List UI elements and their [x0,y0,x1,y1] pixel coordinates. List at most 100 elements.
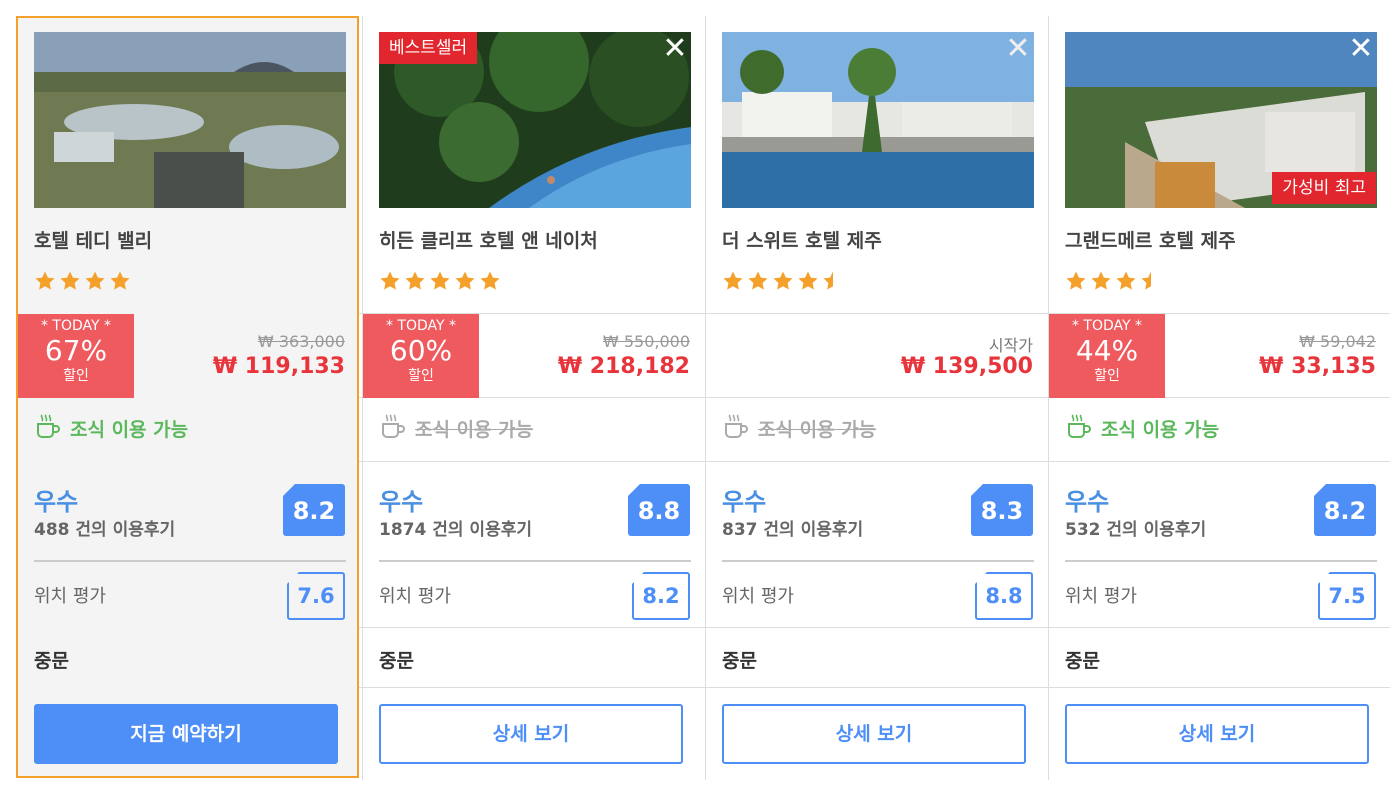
review-grade: 우수 [379,488,424,516]
star-icon [797,270,819,296]
best-value-badge: 가성비 최고 [1272,172,1376,204]
hotel-photo[interactable] [722,32,1034,208]
hotel-name[interactable]: 호텔 테디 밸리 [34,226,152,253]
divider [722,560,1034,562]
discount-percent: 67% [44,334,108,367]
review-count[interactable]: 1874 건의 이용후기 [379,515,532,540]
discount-badge: * TODAY * 44% 할인 [1049,314,1165,398]
close-icon[interactable]: ✕ [1005,34,1031,64]
hotel-area: 중문 [1065,650,1100,672]
star-icon [479,270,501,296]
view-details-button[interactable]: 상세 보기 [379,704,683,764]
star-icon [59,270,81,296]
breakfast-info: 조식 이용 가능 [722,412,877,445]
discount-suffix: 할인 [408,368,434,384]
star-icon [772,270,794,296]
hotel-name[interactable]: 그랜드메르 호텔 제주 [1065,226,1236,253]
star-rating [1065,270,1162,296]
today-label: * TODAY * [40,318,112,334]
star-icon [454,270,476,296]
review-score: 8.3 [971,484,1033,536]
original-price: ₩ 363,000 [257,332,345,351]
coffee-cup-icon [379,412,407,445]
star-icon [429,270,451,296]
review-grade: 우수 [722,488,767,516]
review-score: 8.2 [283,484,345,536]
breakfast-label: 조식 이용 가능 [70,418,189,441]
hotel-card: ✕ 가성비 최고 그랜드메르 호텔 제주 * TODAY * 44% 할인 ₩ … [1049,16,1392,780]
location-score: 7.6 [287,572,345,620]
discount-suffix: 할인 [63,368,89,384]
star-rating [722,270,844,296]
close-icon[interactable]: ✕ [662,34,688,64]
hotel-name[interactable]: 히든 클리프 호텔 앤 네이처 [379,226,598,253]
location-rating-label: 위치 평가 [34,586,106,607]
hotel-card: 호텔 테디 밸리 * TODAY * 67% 할인 ₩ 363,000 ₩ 11… [18,16,361,780]
view-details-button[interactable]: 상세 보기 [1065,704,1369,764]
star-icon [1115,270,1137,296]
hotel-card: 베스트셀러 ✕ 히든 클리프 호텔 앤 네이처 * TODAY * 60% 할인… [363,16,706,780]
star-icon [747,270,769,296]
star-icon [84,270,106,296]
half-star-icon [822,270,844,296]
today-label: * TODAY * [1071,318,1143,334]
star-icon [404,270,426,296]
coffee-cup-icon [1065,412,1093,445]
star-icon [379,270,401,296]
today-label: * TODAY * [385,318,457,334]
sale-price: ₩ 139,500 [900,354,1033,379]
discount-percent: 44% [1075,334,1139,367]
coffee-cup-icon [34,412,62,445]
bestseller-badge: 베스트셀러 [379,32,478,64]
discount-badge: * TODAY * 67% 할인 [18,314,134,398]
review-count[interactable]: 532 건의 이용후기 [1065,515,1206,540]
review-count[interactable]: 837 건의 이용후기 [722,515,863,540]
star-rating [34,270,131,296]
breakfast-label: 조식 이용 가능 [758,418,877,441]
original-price: ₩ 550,000 [602,332,690,351]
hotel-card: ✕ 더 스위트 호텔 제주 시작가 ₩ 139,500 조식 이용 가능 우수 … [706,16,1049,780]
hotel-area: 중문 [722,650,757,672]
discount-suffix: 할인 [1094,368,1120,384]
book-now-button[interactable]: 지금 예약하기 [34,704,338,764]
coffee-cup-icon [722,412,750,445]
star-icon [34,270,56,296]
star-rating [379,270,501,296]
sale-price: ₩ 119,133 [212,354,345,379]
sale-price: ₩ 33,135 [1259,354,1376,379]
review-grade: 우수 [34,488,79,516]
original-price: ₩ 59,042 [1299,332,1376,351]
close-icon[interactable]: ✕ [1348,34,1374,64]
star-icon [722,270,744,296]
review-grade: 우수 [1065,488,1110,516]
divider [34,560,346,562]
star-icon [1090,270,1112,296]
location-score: 8.8 [975,572,1033,620]
star-icon [109,270,131,296]
view-details-button[interactable]: 상세 보기 [722,704,1026,764]
hotel-area: 중문 [34,650,69,672]
review-count[interactable]: 488 건의 이용후기 [34,515,175,540]
discount-badge: * TODAY * 60% 할인 [363,314,479,398]
location-rating-label: 위치 평가 [1065,586,1137,607]
location-rating-label: 위치 평가 [379,586,451,607]
sale-price: ₩ 218,182 [557,354,690,379]
divider [1065,560,1377,562]
half-star-icon [1140,270,1162,296]
location-score: 7.5 [1318,572,1376,620]
hotel-area: 중문 [379,650,414,672]
hotel-name[interactable]: 더 스위트 호텔 제주 [722,226,882,253]
breakfast-info: 조식 이용 가능 [1065,412,1219,445]
start-price-label: 시작가 [988,336,1033,355]
discount-percent: 60% [389,334,453,367]
hotel-photo[interactable] [34,32,346,208]
star-icon [1065,270,1087,296]
location-rating-label: 위치 평가 [722,586,794,607]
location-score: 8.2 [632,572,690,620]
review-score: 8.2 [1314,484,1376,536]
review-score: 8.8 [628,484,690,536]
divider [379,560,691,562]
breakfast-info: 조식 이용 가능 [379,412,534,445]
breakfast-label: 조식 이용 가능 [415,418,534,441]
breakfast-info: 조식 이용 가능 [34,412,189,445]
